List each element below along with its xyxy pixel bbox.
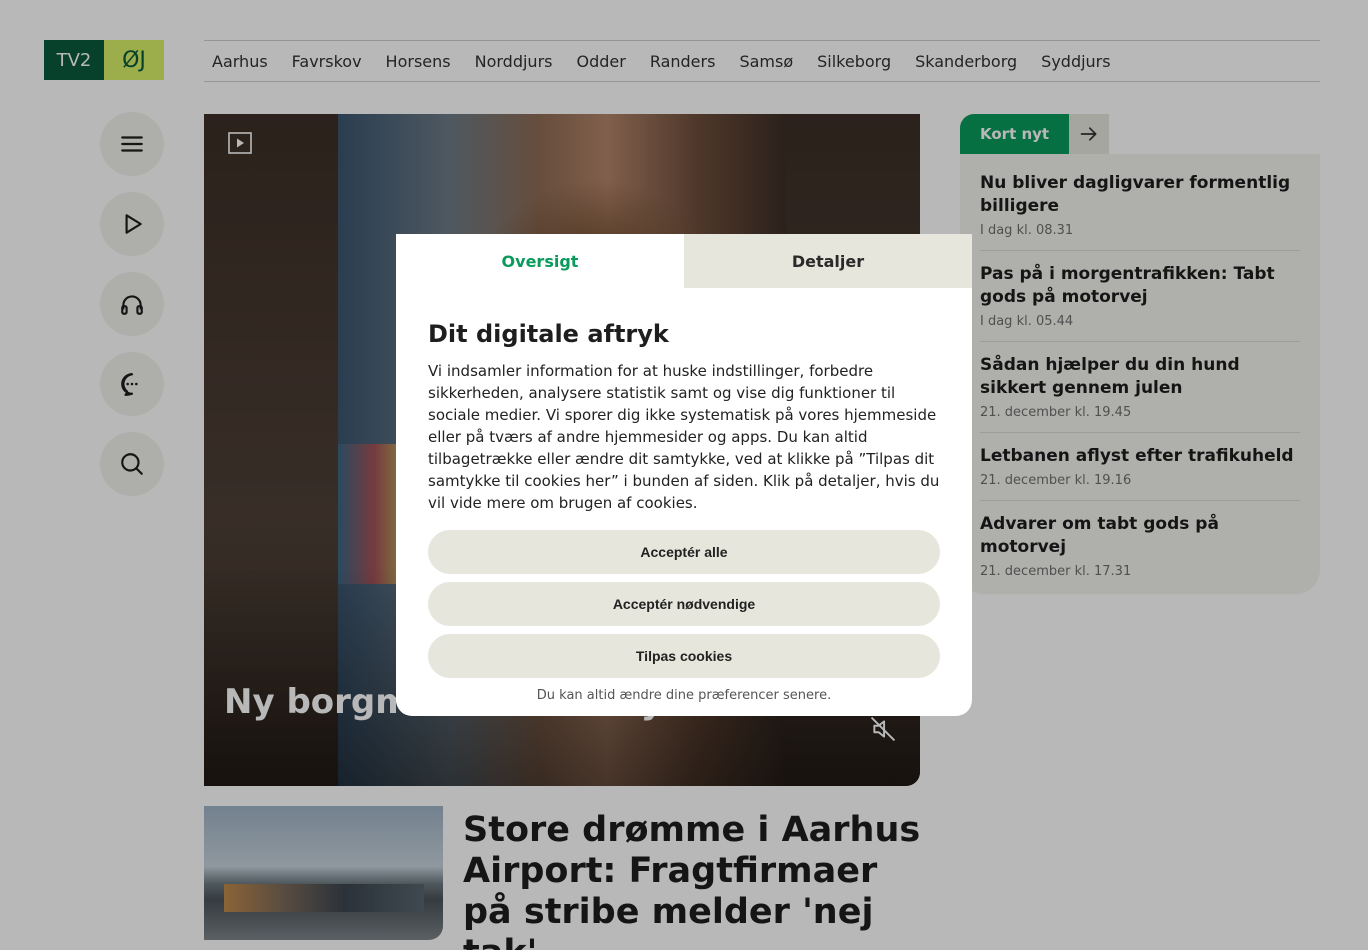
accept-all-button[interactable]: Acceptér alle (428, 530, 940, 574)
cookie-title: Dit digitale aftryk (428, 320, 669, 348)
tab-detaljer[interactable]: Detaljer (684, 234, 972, 288)
cookie-tabs: Oversigt Detaljer (396, 234, 972, 288)
cookie-body: Dit digitale aftryk Vi indsamler informa… (396, 288, 972, 703)
cookie-footer-note: Du kan altid ændre dine præferencer sene… (536, 688, 832, 703)
customize-cookies-button[interactable]: Tilpas cookies (428, 634, 940, 678)
cookie-actions: Acceptér alle Acceptér nødvendige Tilpas… (428, 530, 940, 678)
accept-necessary-button[interactable]: Acceptér nødvendige (428, 582, 940, 626)
cookie-text: Vi indsamler information for at huske in… (428, 362, 940, 512)
tab-oversigt[interactable]: Oversigt (396, 234, 684, 288)
cookie-consent-dialog: Oversigt Detaljer Dit digitale aftryk Vi… (396, 234, 972, 716)
